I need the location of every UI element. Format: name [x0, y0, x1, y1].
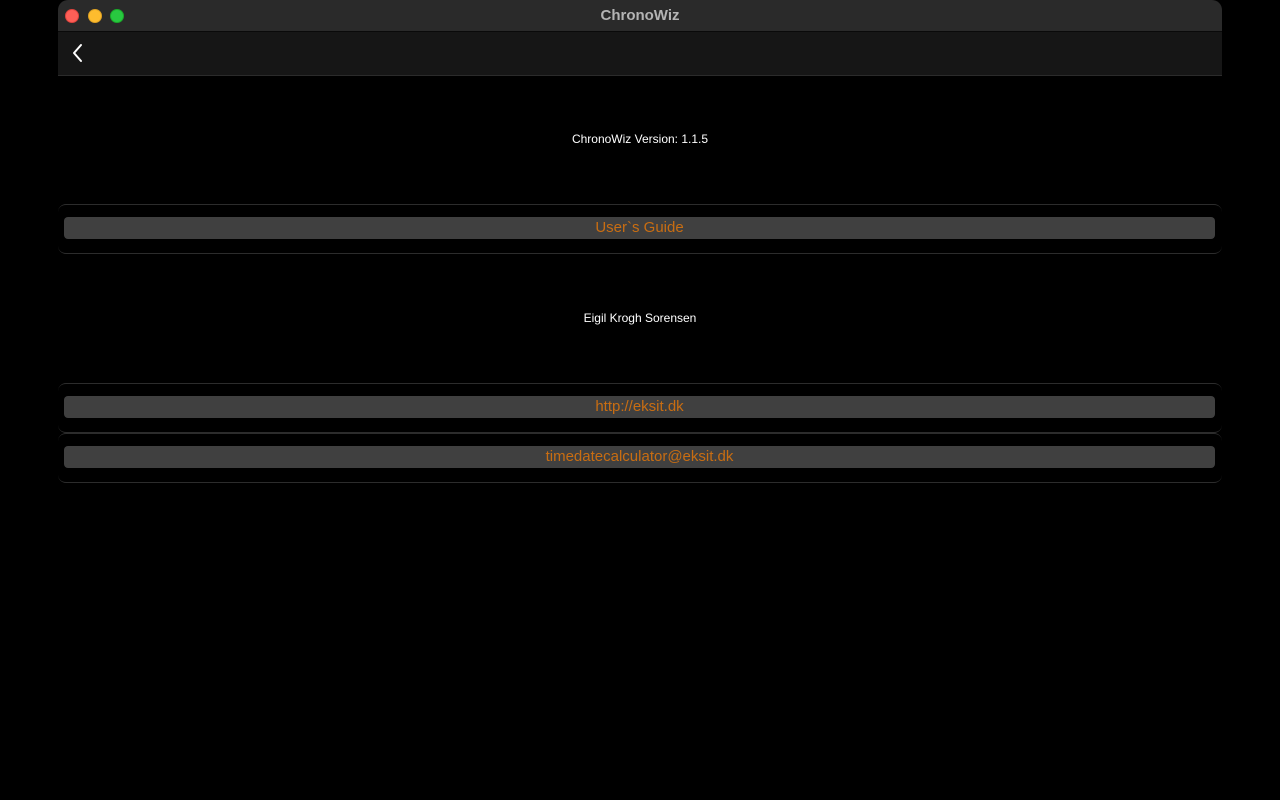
- users-guide-button[interactable]: User`s Guide: [64, 217, 1215, 239]
- title-bar: ChronoWiz: [58, 0, 1222, 32]
- email-link-button[interactable]: timedatecalculator@eksit.dk: [64, 446, 1215, 468]
- back-button[interactable]: [66, 41, 90, 65]
- app-window: ChronoWiz ChronoWiz Version: 1.1.5 User`…: [58, 0, 1222, 800]
- chevron-left-icon: [73, 44, 82, 62]
- email-cell: timedatecalculator@eksit.dk: [58, 433, 1222, 483]
- navigation-bar: [58, 32, 1222, 76]
- website-cell: http://eksit.dk: [58, 383, 1222, 433]
- author-label: Eigil Krogh Sorensen: [583, 311, 697, 325]
- window-title: ChronoWiz: [600, 7, 680, 24]
- website-link-button[interactable]: http://eksit.dk: [64, 396, 1215, 418]
- version-label: ChronoWiz Version: 1.1.5: [571, 132, 709, 146]
- users-guide-cell: User`s Guide: [58, 204, 1222, 254]
